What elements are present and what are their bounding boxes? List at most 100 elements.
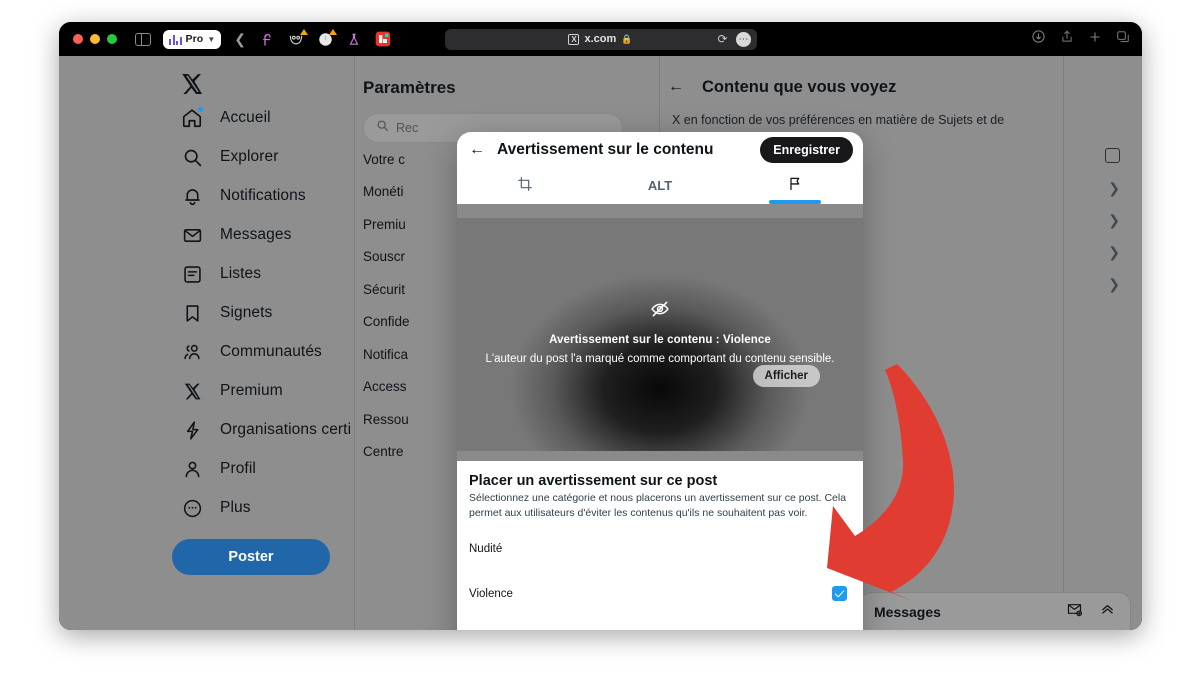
person-icon	[180, 457, 204, 481]
minimize-window-button[interactable]	[90, 34, 100, 44]
url-text: x.com	[584, 33, 617, 45]
modal-title: Avertissement sur le contenu	[497, 140, 714, 158]
x-web-page: Accueil Explorer Notifications Messages …	[59, 56, 1142, 630]
violence-checkbox[interactable]	[832, 586, 847, 601]
messages-dock-title: Messages	[874, 603, 941, 620]
content-warning-title: Avertissement sur le contenu : Violence	[549, 334, 771, 347]
sidebar-item-signets[interactable]: Signets	[172, 296, 344, 330]
sidebar-toggle-icon[interactable]	[135, 32, 151, 46]
sidebar-item-label: Plus	[220, 499, 251, 516]
owl-icon[interactable]	[288, 28, 308, 48]
address-bar[interactable]: X x.com 🔒	[444, 28, 757, 50]
coin-icon[interactable]	[317, 28, 337, 48]
x-favicon: X	[568, 33, 580, 45]
screenshot-root: Pro ▼ ❮ X x.com 🔒 ⟳ ⋯ Accueil Explorer N…	[0, 0, 1200, 675]
chevron-right-icon: ❯	[1108, 244, 1120, 261]
warning-badge-icon	[328, 28, 337, 35]
page-title: Paramètres	[363, 78, 456, 97]
sidebar-item-label: Organisations certi	[220, 421, 352, 438]
sidebar-item-label: Messages	[220, 226, 292, 243]
category-row-nudite[interactable]: Nudité	[469, 531, 847, 566]
chevrons-up-icon[interactable]	[1099, 601, 1116, 622]
primary-navigation: Accueil Explorer Notifications Messages …	[164, 56, 351, 575]
bell-icon	[180, 184, 204, 208]
sidebar-item-explorer[interactable]: Explorer	[172, 140, 344, 174]
tab-crop[interactable]	[457, 168, 592, 204]
envelope-icon	[180, 223, 204, 247]
extension-icons	[259, 28, 392, 48]
sidebar-item-accueil[interactable]: Accueil	[172, 101, 344, 135]
messages-dock-actions	[1066, 601, 1116, 622]
back-button[interactable]: ←	[668, 78, 684, 96]
address-bar-actions: ⟳ ⋯	[717, 31, 751, 47]
pro-badge-button[interactable]: Pro ▼	[163, 29, 222, 49]
flag-icon	[787, 176, 803, 195]
app-icon[interactable]	[375, 31, 392, 48]
search-icon	[180, 145, 204, 169]
nudite-checkbox[interactable]	[832, 541, 847, 556]
list-icon	[180, 262, 204, 286]
browser-back-button[interactable]: ❮	[234, 32, 246, 46]
warning-badge-icon	[299, 28, 308, 35]
tab-alt[interactable]: ALT	[592, 168, 727, 204]
sidebar-item-plus[interactable]: Plus	[172, 491, 344, 525]
sidebar-item-profil[interactable]: Profil	[172, 452, 344, 486]
search-icon	[376, 119, 389, 137]
sidebar-item-label: Explorer	[220, 148, 279, 165]
chevron-down-icon: ▼	[207, 34, 216, 44]
sidebar-item-label: Premium	[220, 382, 283, 399]
category-row-sensible[interactable]: Sensible	[469, 621, 847, 630]
lightning-icon	[180, 418, 204, 442]
sensitive-content-checkbox[interactable]	[1105, 148, 1120, 164]
home-icon	[180, 106, 204, 130]
sidebar-item-label: Accueil	[220, 109, 271, 126]
category-label: Nudité	[469, 542, 503, 555]
chevron-right-icon: ❯	[1108, 212, 1120, 229]
search-placeholder: Rec	[396, 121, 419, 135]
toolbar-right-icons	[1031, 29, 1130, 49]
sidebar-item-label: Notifications	[220, 187, 306, 204]
sidebar-item-label: Communautés	[220, 343, 322, 360]
flask-icon[interactable]	[346, 31, 363, 48]
post-button[interactable]: Poster	[172, 539, 330, 575]
sidebar-item-label: Signets	[220, 304, 273, 321]
sidebar-item-notifications[interactable]: Notifications	[172, 179, 344, 213]
content-warning-subtitle: L'auteur du post l'a marqué comme compor…	[485, 353, 835, 366]
reload-icon[interactable]: ⟳	[717, 32, 727, 46]
x-logo[interactable]	[180, 72, 204, 96]
close-window-button[interactable]	[73, 34, 83, 44]
bar-chart-icon	[169, 34, 182, 45]
eye-off-icon	[650, 299, 670, 324]
panel-description: X en fonction de vos préférences en mati…	[672, 113, 1005, 127]
window-traffic-lights	[73, 34, 117, 44]
maximize-window-button[interactable]	[107, 34, 117, 44]
sidebar-item-label: Listes	[220, 265, 262, 282]
category-row-violence[interactable]: Violence	[469, 576, 847, 611]
sidebar-item-communautes[interactable]: Communautés	[172, 335, 344, 369]
new-tab-icon[interactable]	[1088, 30, 1102, 49]
sidebar-item-messages[interactable]: Messages	[172, 218, 344, 252]
messages-dock[interactable]: Messages	[859, 592, 1131, 630]
back-button[interactable]: ←	[469, 141, 491, 159]
downloads-icon[interactable]	[1031, 29, 1046, 49]
new-message-icon[interactable]	[1066, 601, 1083, 622]
chevron-right-icon: ❯	[1108, 180, 1120, 197]
panel-title: Contenu que vous voyez	[702, 77, 897, 96]
ellipsis-icon[interactable]: ⋯	[735, 31, 751, 47]
section-title: Placer un avertissement sur ce post	[469, 473, 718, 490]
modal-header: ← Avertissement sur le contenu Enregistr…	[457, 132, 863, 168]
save-button[interactable]: Enregistrer	[760, 136, 853, 163]
sidebar-item-organisations-certifiees[interactable]: Organisations certi	[172, 413, 351, 447]
bookmark-icon	[180, 301, 204, 325]
wallet-icon[interactable]	[259, 31, 276, 48]
pro-label: Pro	[185, 33, 204, 45]
tab-flag[interactable]	[728, 168, 863, 204]
sidebar-item-listes[interactable]: Listes	[172, 257, 344, 291]
show-content-button[interactable]: Afficher	[752, 365, 820, 388]
share-icon[interactable]	[1060, 29, 1074, 49]
modal-tabs: ALT	[457, 168, 863, 204]
tab-overview-icon[interactable]	[1116, 30, 1130, 49]
sidebar-item-premium[interactable]: Premium	[172, 374, 344, 408]
more-circle-icon	[180, 496, 204, 520]
section-description: Sélectionnez une catégorie et nous place…	[469, 492, 847, 520]
